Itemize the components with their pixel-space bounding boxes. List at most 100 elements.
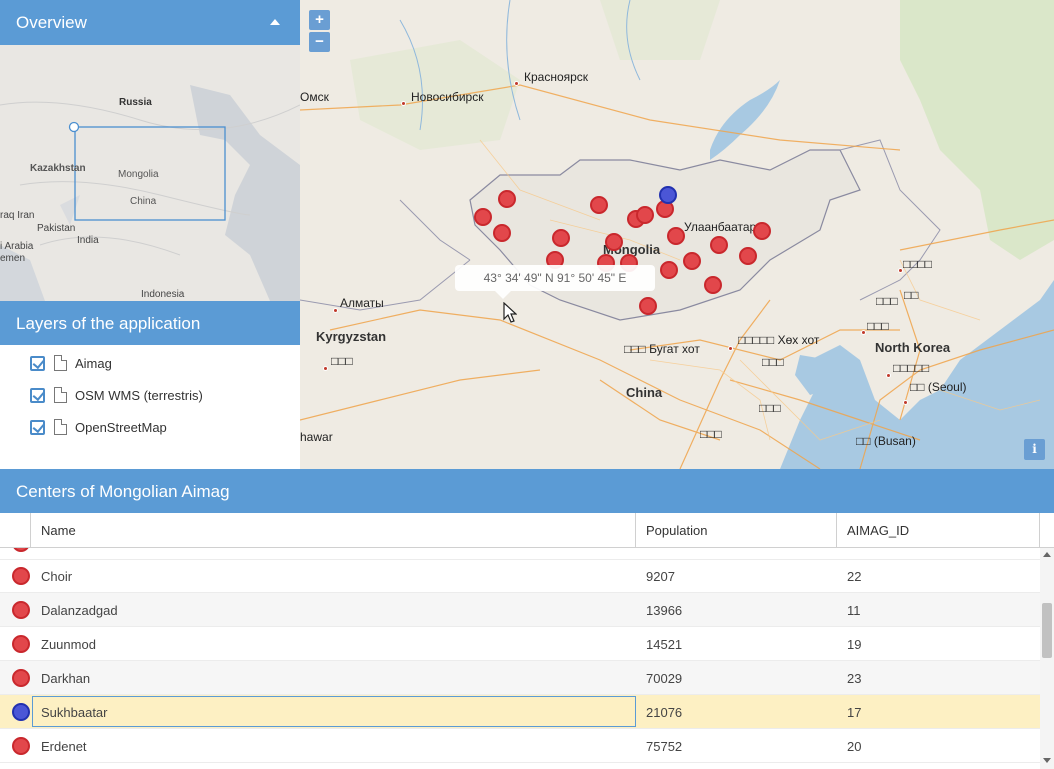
city-marker — [333, 308, 338, 313]
aimag-feature-marker[interactable] — [590, 196, 608, 214]
overview-label-indonesia: Indonesia — [141, 289, 185, 300]
layer-checkbox-checked-icon[interactable] — [30, 420, 45, 435]
map-label-khokh: □□□□□ Хөх хот — [738, 333, 820, 347]
feature-marker-icon — [12, 601, 30, 619]
aimag-feature-marker[interactable] — [605, 233, 623, 251]
map-label-busan: □□ (Busan) — [856, 434, 916, 448]
aimag-feature-marker[interactable] — [710, 236, 728, 254]
map-label-krasnoyarsk: Красноярск — [524, 70, 589, 84]
overview-map[interactable]: Russia Kazakhstan Mongolia China raq Ira… — [0, 45, 300, 301]
cell-aimag-id: 23 — [847, 671, 862, 686]
aimag-feature-marker[interactable] — [667, 227, 685, 245]
overview-label-pakistan: Pakistan — [37, 223, 76, 234]
cell-population: 14521 — [646, 637, 683, 652]
map-label-cjk: □□□□ — [903, 257, 932, 271]
column-header-label: Population — [646, 523, 708, 538]
scroll-up-arrow-icon[interactable] — [1043, 552, 1051, 557]
coordinate-tooltip: 43° 34' 49" N 91° 50' 45" E — [455, 265, 655, 299]
scrollbar-thumb[interactable] — [1042, 603, 1052, 658]
table-row[interactable]: Choir 9207 22 — [0, 559, 1040, 593]
cell-population: 70029 — [646, 671, 683, 686]
column-header-aimag-id[interactable]: AIMAG_ID — [837, 513, 1040, 548]
city-marker — [323, 366, 328, 371]
layer-checkbox-checked-icon[interactable] — [30, 388, 45, 403]
map-label-cjk: □□□ — [867, 319, 889, 333]
column-header-population[interactable]: Population — [636, 513, 837, 548]
cell-aimag-id: 19 — [847, 637, 862, 652]
map-label-omsk: Омск — [300, 90, 329, 104]
map-label-kyrgyzstan: Kyrgyzstan — [316, 329, 387, 344]
cell-aimag-id: 22 — [847, 569, 862, 584]
overview-panel-header[interactable]: Overview — [0, 0, 300, 45]
aimag-feature-marker-selected[interactable] — [659, 186, 677, 204]
map-label-seoul: □□ (Seoul) — [910, 380, 967, 394]
table-row-selected[interactable]: Sukhbaatar 21076 17 — [0, 695, 1040, 729]
mouse-pointer-icon — [503, 302, 517, 323]
info-button[interactable]: i — [1024, 439, 1045, 460]
scroll-down-arrow-icon[interactable] — [1043, 758, 1051, 763]
cell-name: Sukhbaatar — [41, 705, 108, 720]
table-row[interactable]: Zuunmod 14521 19 — [0, 627, 1040, 661]
layers-title: Layers of the application — [16, 314, 201, 333]
map-label-cjk: □□□□□ — [893, 361, 930, 375]
selected-cell-focus — [32, 696, 636, 727]
feature-marker-icon — [12, 669, 30, 687]
cell-population: 13966 — [646, 603, 683, 618]
aimag-feature-marker[interactable] — [636, 206, 654, 224]
city-marker — [728, 346, 733, 351]
collapse-up-icon[interactable] — [270, 19, 280, 25]
zoom-in-button[interactable]: + — [309, 10, 330, 30]
table-row[interactable]: Dalanzadgad 13966 11 — [0, 593, 1040, 627]
city-marker — [903, 400, 908, 405]
aimag-feature-marker[interactable] — [704, 276, 722, 294]
cell-name: Darkhan — [41, 671, 91, 686]
column-header-label: Name — [41, 523, 76, 538]
cell-name: Choir — [41, 569, 73, 584]
cell-name: Dalanzadgad — [41, 603, 118, 618]
feature-marker-selected-icon — [12, 703, 30, 721]
overview-label-yemen: emen — [0, 253, 26, 264]
layers-panel-header: Layers of the application — [0, 301, 300, 345]
cell-aimag-id: 20 — [847, 739, 862, 754]
column-header-marker — [0, 513, 31, 548]
map-label-ulaanbaatar: Улаанбаатар — [684, 220, 757, 234]
map-label-almaty: Алматы — [340, 296, 384, 310]
overview-label-russia: Russia — [119, 97, 152, 108]
main-map[interactable]: + − Красноярск Омск Новосибирск Улаанбаа… — [300, 0, 1054, 469]
aimag-feature-marker[interactable] — [552, 229, 570, 247]
cell-population: 75752 — [646, 739, 683, 754]
map-label-north-korea: North Korea — [875, 340, 951, 355]
grid-column-headers: Name Population AIMAG_ID — [0, 513, 1054, 548]
aimag-feature-marker[interactable] — [474, 208, 492, 226]
aimag-feature-marker[interactable] — [493, 224, 511, 242]
overview-label-india: India — [77, 235, 99, 246]
aimag-feature-marker[interactable] — [683, 252, 701, 270]
zoom-out-button[interactable]: − — [309, 32, 330, 52]
city-marker — [514, 81, 519, 86]
document-icon — [54, 387, 67, 403]
layer-checkbox-checked-icon[interactable] — [30, 356, 45, 371]
cell-population: 9207 — [646, 569, 675, 584]
table-row[interactable]: Darkhan 70029 23 — [0, 661, 1040, 695]
aimag-feature-marker[interactable] — [660, 261, 678, 279]
table-row[interactable]: Erdenet 75752 20 — [0, 729, 1040, 763]
document-icon — [54, 419, 67, 435]
map-label-hawar: hawar — [300, 430, 333, 444]
aimag-feature-marker[interactable] — [498, 190, 516, 208]
document-icon — [54, 355, 67, 371]
grid-body[interactable]: Choir 9207 22 Dalanzadgad 13966 11 Zuunm… — [0, 548, 1040, 769]
aimag-feature-marker[interactable] — [639, 297, 657, 315]
layer-label: OSM WMS (terrestris) — [75, 388, 203, 403]
cell-aimag-id: 17 — [847, 705, 862, 720]
coordinate-readout: 43° 34' 49" N 91° 50' 45" E — [483, 271, 627, 285]
city-marker — [886, 373, 891, 378]
map-label-cjk: □□□ — [759, 401, 781, 415]
overview-label-iraq-iran: raq Iran — [0, 210, 35, 221]
map-label-novosibirsk: Новосибирск — [411, 90, 484, 104]
column-header-name[interactable]: Name — [31, 513, 636, 548]
aimag-feature-marker[interactable] — [739, 247, 757, 265]
cell-population: 21076 — [646, 705, 683, 720]
cell-name: Erdenet — [41, 739, 87, 754]
aimag-feature-marker[interactable] — [753, 222, 771, 240]
grid-scrollbar[interactable] — [1040, 548, 1054, 769]
